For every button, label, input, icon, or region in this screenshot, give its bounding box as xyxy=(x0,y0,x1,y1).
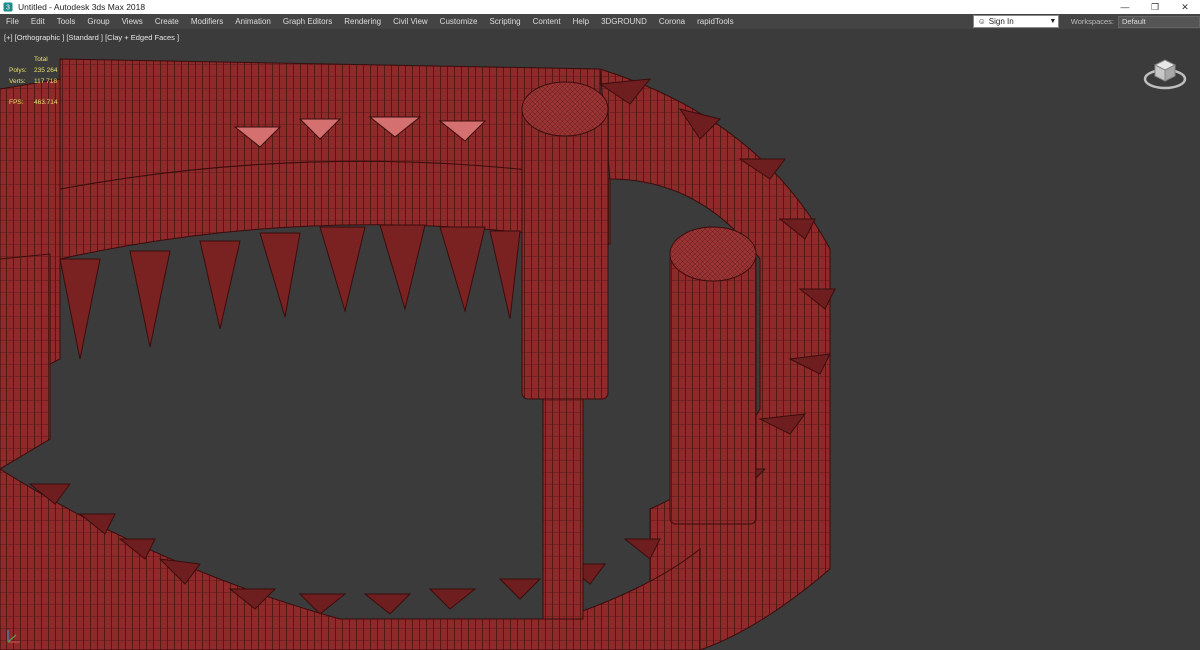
menu-item-views[interactable]: Views xyxy=(116,17,149,26)
menu-item-edit[interactable]: Edit xyxy=(25,17,51,26)
close-icon[interactable]: ✕ xyxy=(1170,0,1200,14)
sign-in-label: Sign In xyxy=(988,17,1014,26)
menu-item-corona[interactable]: Corona xyxy=(653,17,691,26)
stats-polys-label: Polys: xyxy=(9,67,27,74)
chevron-down-icon: ▼ xyxy=(1049,18,1057,25)
menu-item-rendering[interactable]: Rendering xyxy=(338,17,387,26)
stats-verts-row: Verts: 117 718 xyxy=(9,76,58,87)
stats-polys-value: 235 264 xyxy=(34,67,58,74)
menu-item-create[interactable]: Create xyxy=(149,17,185,26)
restore-icon[interactable]: ❐ xyxy=(1140,0,1170,14)
stats-total-label: Total xyxy=(34,56,48,63)
menu-item-tools[interactable]: Tools xyxy=(51,17,82,26)
title-bar: 3 Untitled - Autodesk 3ds Max 2018 — ❐ ✕ xyxy=(0,0,1200,14)
ring-front-wall xyxy=(0,468,701,650)
short-cylinder xyxy=(669,226,757,525)
viewcube-icon[interactable] xyxy=(1142,49,1188,95)
stats-verts-label: Verts: xyxy=(9,78,26,85)
stats-fps-value: 463.714 xyxy=(34,99,58,106)
viewport-scene[interactable] xyxy=(0,29,1200,650)
minimize-icon[interactable]: — xyxy=(1110,0,1140,14)
3ds-max-icon: 3 xyxy=(3,2,13,12)
menu-item-group[interactable]: Group xyxy=(81,17,115,26)
stats-fps-label: FPS: xyxy=(9,99,24,106)
user-icon: ☺ xyxy=(977,17,986,26)
menu-item-file[interactable]: File xyxy=(0,17,25,26)
workspaces-label: Workspaces: xyxy=(1070,17,1114,26)
svg-text:3: 3 xyxy=(6,5,10,12)
menu-item-customize[interactable]: Customize xyxy=(434,17,484,26)
menu-bar: File Edit Tools Group Views Create Modifiers An… xyxy=(0,14,1200,29)
stats-overlay: Total Polys: 235 264 Verts: 117 718 FPS:… xyxy=(9,54,58,108)
viewport-label[interactable]: [+] [Orthographic ] [Standard ] [Clay + … xyxy=(4,33,179,42)
sign-in-dropdown[interactable]: ☺ Sign In ▼ xyxy=(972,15,1059,28)
menu-item-3dground[interactable]: 3DGROUND xyxy=(595,17,653,26)
menu-item-scripting[interactable]: Scripting xyxy=(483,17,526,26)
viewport-orthographic[interactable]: [+] [Orthographic ] [Standard ] [Clay + … xyxy=(0,29,1200,650)
ring-left-wall xyxy=(0,253,51,470)
axis-tripod-icon xyxy=(7,630,20,643)
stats-verts-value: 117 718 xyxy=(34,78,58,85)
menu-item-civil-view[interactable]: Civil View xyxy=(387,17,434,26)
workspaces-select[interactable]: Default xyxy=(1118,15,1200,28)
menu-items: File Edit Tools Group Views Create Modifiers An… xyxy=(0,17,973,26)
ring-back-wall xyxy=(0,58,611,390)
menu-item-animation[interactable]: Animation xyxy=(229,17,277,26)
menu-item-modifiers[interactable]: Modifiers xyxy=(185,17,229,26)
tall-cylinder xyxy=(521,81,609,620)
workspace-value: Default xyxy=(1122,17,1146,26)
menu-item-rapidtools[interactable]: rapidTools xyxy=(691,17,739,26)
window-title: Untitled - Autodesk 3ds Max 2018 xyxy=(18,2,146,12)
menu-item-graph-editors[interactable]: Graph Editors xyxy=(277,17,338,26)
stats-fps-row: FPS: 463.714 xyxy=(9,97,58,108)
menu-item-content[interactable]: Content xyxy=(527,17,567,26)
stats-polys-row: Polys: 235 264 xyxy=(9,65,58,76)
menu-item-help[interactable]: Help xyxy=(567,17,595,26)
